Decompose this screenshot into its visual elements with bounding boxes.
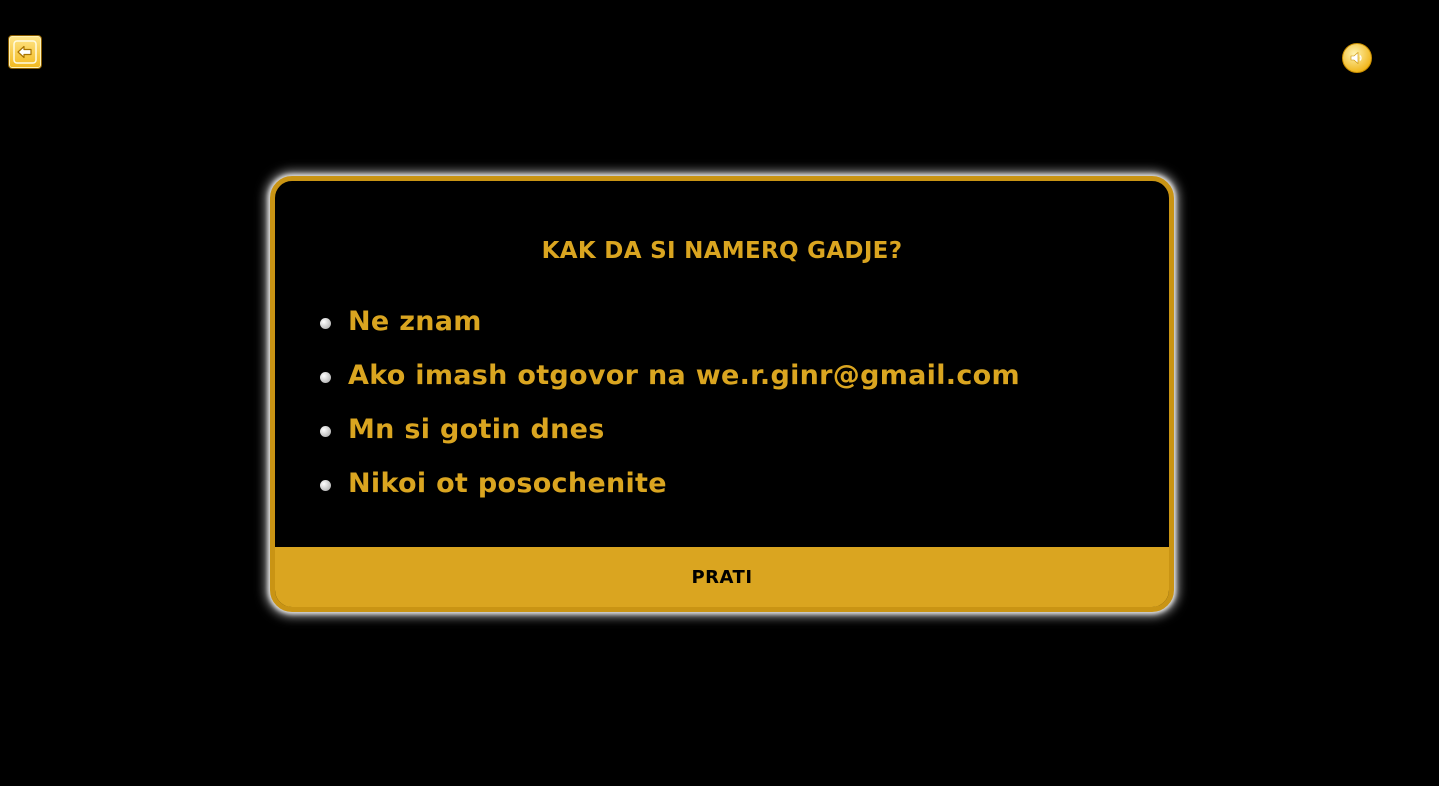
radio-bullet-icon[interactable] <box>320 425 331 437</box>
speaker-icon <box>1350 51 1362 65</box>
sound-button[interactable] <box>1342 43 1372 73</box>
answer-label: Ako imash otgovor na we.r.ginr@gmail.com <box>348 359 1020 391</box>
radio-bullet-icon[interactable] <box>320 479 331 491</box>
radio-bullet-icon[interactable] <box>320 317 331 329</box>
submit-button[interactable]: PRATI <box>275 547 1169 607</box>
question-dialog: KAK DA SI NAMERQ GADJE? Ne znam Ako imas… <box>270 176 1174 612</box>
answer-option[interactable]: Ne znam <box>320 294 1020 348</box>
answer-option[interactable]: Mn si gotin dnes <box>320 402 1020 456</box>
answer-label: Nikoi ot posochenite <box>348 467 667 499</box>
question-title: KAK DA SI NAMERQ GADJE? <box>541 238 903 264</box>
arrow-left-icon <box>13 40 37 64</box>
answer-list: Ne znam Ako imash otgovor na we.r.ginr@g… <box>320 294 1020 510</box>
radio-bullet-icon[interactable] <box>320 371 331 383</box>
answer-option[interactable]: Ako imash otgovor na we.r.ginr@gmail.com <box>320 348 1020 402</box>
answer-label: Mn si gotin dnes <box>348 413 605 445</box>
submit-label: PRATI <box>691 566 753 588</box>
quiz-page: KAK DA SI NAMERQ GADJE? Ne znam Ako imas… <box>0 0 1439 786</box>
answer-option[interactable]: Nikoi ot posochenite <box>320 456 1020 510</box>
back-button[interactable] <box>8 35 42 69</box>
answer-label: Ne znam <box>348 305 482 337</box>
